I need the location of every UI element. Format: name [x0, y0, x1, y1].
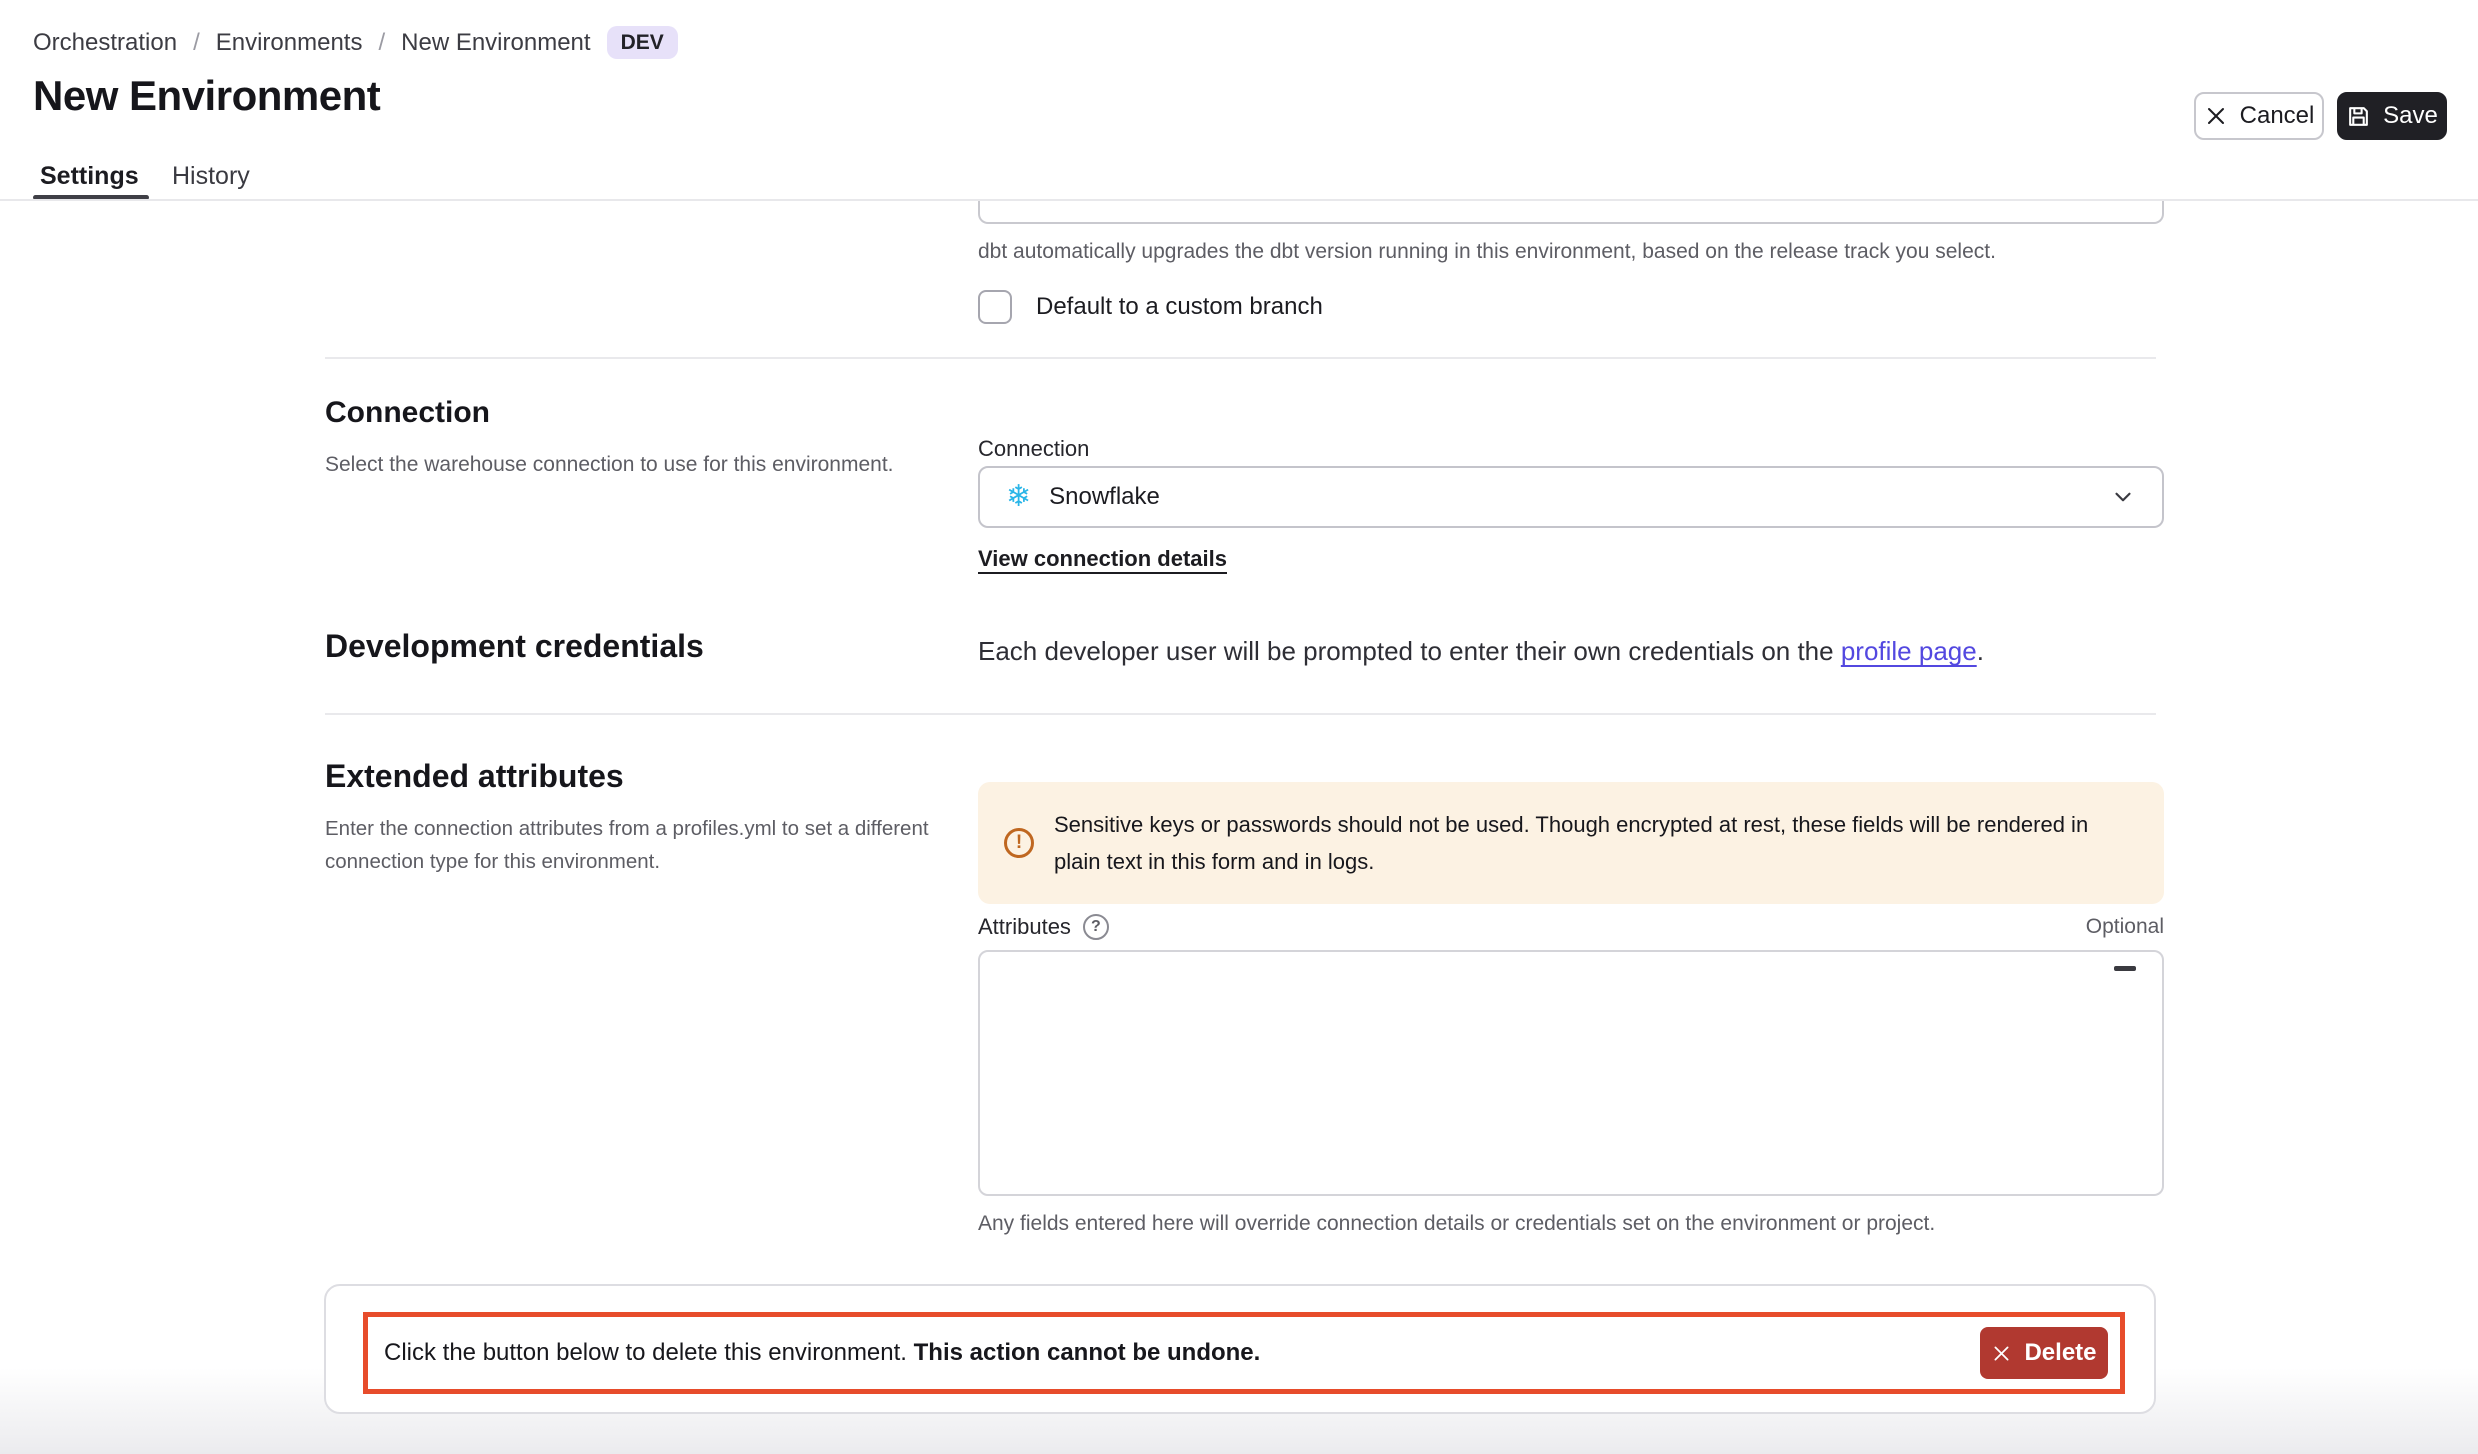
- attributes-helper: Any fields entered here will override co…: [978, 1212, 1935, 1236]
- save-button[interactable]: Save: [2337, 92, 2447, 140]
- tab-settings[interactable]: Settings: [40, 162, 139, 191]
- release-track-helper: dbt automatically upgrades the dbt versi…: [978, 240, 1996, 264]
- snowflake-icon: ❄: [1006, 482, 1031, 512]
- dev-credentials-text: Each developer user will be prompted to …: [978, 636, 1984, 667]
- breadcrumb-separator: /: [378, 29, 385, 57]
- breadcrumb-environments[interactable]: Environments: [216, 29, 363, 57]
- close-icon: [2204, 104, 2228, 128]
- attributes-label-row: Attributes ? Optional: [978, 914, 2164, 940]
- custom-branch-checkbox[interactable]: [978, 290, 1012, 324]
- delete-annotation-highlight: Click the button below to delete this en…: [363, 1312, 2125, 1394]
- environment-settings-page: Orchestration / Environments / New Envir…: [0, 0, 2478, 1454]
- dev-credentials-heading: Development credentials: [325, 628, 704, 665]
- save-icon: [2346, 104, 2371, 129]
- save-button-label: Save: [2383, 102, 2438, 130]
- sensitive-keys-warning: ! Sensitive keys or passwords should not…: [978, 782, 2164, 904]
- env-dev-badge: DEV: [607, 26, 678, 59]
- delete-warning-bold: This action cannot be undone.: [914, 1339, 1261, 1366]
- dev-credentials-text-after: .: [1977, 636, 1984, 666]
- extended-attributes-description: Enter the connection attributes from a p…: [325, 812, 975, 878]
- connection-select[interactable]: ❄ Snowflake: [978, 466, 2164, 528]
- view-connection-details-link[interactable]: View connection details: [978, 546, 1227, 572]
- cancel-button-label: Cancel: [2240, 102, 2315, 130]
- dev-credentials-text-before: Each developer user will be prompted to …: [978, 636, 1841, 666]
- page-title: New Environment: [33, 72, 380, 120]
- attributes-label: Attributes ?: [978, 914, 1109, 940]
- attributes-label-text: Attributes: [978, 914, 1071, 940]
- connection-select-label: Connection: [978, 436, 1089, 462]
- cancel-button[interactable]: Cancel: [2194, 92, 2324, 140]
- connection-description: Select the warehouse connection to use f…: [325, 448, 965, 481]
- section-divider: [325, 357, 2156, 359]
- warning-icon: !: [1004, 828, 1034, 858]
- extended-attributes-heading: Extended attributes: [325, 758, 624, 795]
- custom-branch-label: Default to a custom branch: [1036, 293, 1323, 321]
- warning-text: Sensitive keys or passwords should not b…: [1054, 806, 2138, 880]
- delete-environment-card: Click the button below to delete this en…: [324, 1284, 2156, 1414]
- help-icon[interactable]: ?: [1083, 914, 1109, 940]
- delete-button-label: Delete: [2024, 1339, 2096, 1367]
- delete-warning-text: Click the button below to delete this en…: [384, 1339, 1260, 1367]
- section-divider: [325, 713, 2156, 715]
- release-track-select-partial[interactable]: [978, 201, 2164, 224]
- breadcrumb: Orchestration / Environments / New Envir…: [33, 26, 678, 59]
- delete-button[interactable]: Delete: [1980, 1327, 2108, 1379]
- breadcrumb-orchestration[interactable]: Orchestration: [33, 29, 177, 57]
- connection-heading: Connection: [325, 396, 490, 430]
- profile-page-link[interactable]: profile page: [1841, 636, 1977, 666]
- chevron-down-icon: [2110, 484, 2136, 510]
- breadcrumb-current: New Environment: [401, 29, 590, 57]
- custom-branch-row: Default to a custom branch: [978, 290, 1323, 324]
- editor-fold-dash-icon: [2114, 966, 2136, 971]
- connection-selected-value: Snowflake: [1049, 483, 1160, 511]
- attributes-editor[interactable]: [978, 950, 2164, 1196]
- close-icon: [1991, 1343, 2012, 1364]
- delete-warning-normal: Click the button below to delete this en…: [384, 1339, 914, 1366]
- breadcrumb-separator: /: [193, 29, 200, 57]
- tab-history[interactable]: History: [172, 162, 250, 191]
- optional-label: Optional: [2086, 915, 2164, 939]
